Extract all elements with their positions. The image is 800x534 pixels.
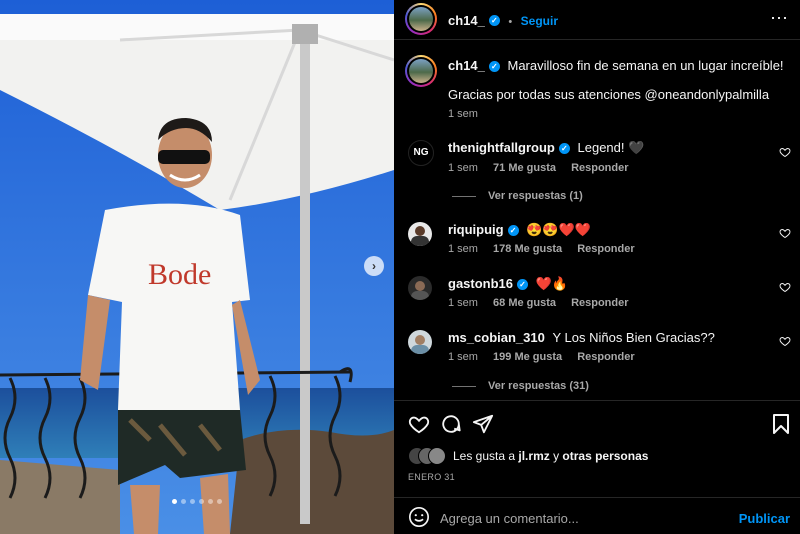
comment-username[interactable]: ms_cobian_310 <box>448 330 545 345</box>
likes-user[interactable]: jl.rmz <box>518 449 549 463</box>
comment-avatar[interactable] <box>408 276 432 300</box>
verified-icon: ✓ <box>488 61 500 73</box>
post-side-panel: ch14_ ✓ • Seguir ⋯ ch14_ ✓ Maravilloso fin… <box>394 0 800 534</box>
reply-button[interactable]: Responder <box>571 162 628 174</box>
comment-time: 1 sem <box>448 351 478 363</box>
comment-text: Y Los Niños Bien Gracias?? <box>552 330 715 345</box>
carousel-dot <box>172 499 177 504</box>
divider <box>394 400 800 401</box>
reply-button[interactable]: Responder <box>577 351 634 363</box>
publish-button[interactable]: Publicar <box>739 511 790 526</box>
caption-time: 1 sem <box>448 108 478 120</box>
verified-icon: ✓ <box>517 279 529 291</box>
comment-time: 1 sem <box>448 162 478 174</box>
comment-username[interactable]: thenightfallgroup <box>448 140 555 155</box>
comment-time: 1 sem <box>448 297 478 309</box>
save-icon[interactable] <box>771 413 791 435</box>
comment-input[interactable]: Agrega un comentario... <box>440 511 579 526</box>
carousel-dot <box>199 499 204 504</box>
more-options-icon[interactable]: ⋯ <box>770 8 788 29</box>
carousel-dot <box>190 499 195 504</box>
post-photo[interactable]: Bode › <box>0 0 394 534</box>
comment-avatar[interactable] <box>408 222 432 246</box>
separator-dot: • <box>508 16 513 28</box>
thenightfallgroup-logo: NG <box>413 147 429 158</box>
comment-likes[interactable]: 178 Me gusta <box>493 243 562 255</box>
next-slide-button[interactable]: › <box>364 256 384 276</box>
caption-line-1: Maravilloso fin de semana en un lugar in… <box>507 58 784 73</box>
shirt-text: Bode <box>148 258 212 291</box>
comment-avatar[interactable] <box>408 330 432 354</box>
comment-text-row: ms_cobian_310 Y Los Niños Bien Gracias?? <box>448 330 715 345</box>
carousel-dot <box>217 499 222 504</box>
comment-likes[interactable]: 71 Me gusta <box>493 162 556 174</box>
emoji-icon[interactable] <box>408 506 430 528</box>
caption-avatar[interactable] <box>405 55 437 87</box>
liker-avatars[interactable] <box>408 447 448 465</box>
comment-like-icon[interactable] <box>779 146 791 158</box>
comment-text-row: riquipuig ✓ 😍😍❤️❤️ <box>448 222 591 238</box>
post-header: ch14_ ✓ • Seguir ⋯ <box>394 0 800 40</box>
chevron-right-icon: › <box>372 259 376 273</box>
carousel-dots <box>172 499 222 504</box>
comment-username[interactable]: gastonb16 <box>448 276 513 291</box>
comment-icon[interactable] <box>440 413 462 435</box>
comment-like-icon[interactable] <box>779 227 791 239</box>
carousel-dot <box>208 499 213 504</box>
comment-like-icon[interactable] <box>779 335 791 347</box>
caption-line-2: Gracias por todas sus atenciones @oneand… <box>448 87 770 102</box>
comment-text: 😍😍❤️❤️ <box>526 222 591 237</box>
reply-button[interactable]: Responder <box>571 297 628 309</box>
like-icon[interactable] <box>408 413 430 435</box>
verified-icon: ✓ <box>558 143 570 155</box>
comment-text-row: gastonb16 ✓ ❤️🔥 <box>448 276 568 292</box>
follow-button[interactable]: Seguir <box>521 14 558 28</box>
view-replies-button[interactable]: Ver respuestas (1) <box>452 190 583 202</box>
likes-summary: Les gusta a jl.rmz y otras personas <box>453 449 649 463</box>
comment-likes[interactable]: 68 Me gusta <box>493 297 556 309</box>
comment-text: Legend! 🖤 <box>577 140 645 155</box>
reply-button[interactable]: Responder <box>577 243 634 255</box>
author-avatar[interactable] <box>405 3 437 35</box>
view-replies-button[interactable]: Ver respuestas (31) <box>452 380 589 392</box>
verified-icon: ✓ <box>507 225 519 237</box>
verified-icon: ✓ <box>488 15 500 27</box>
post-date[interactable]: ENERO 31 <box>408 472 455 482</box>
divider <box>394 497 800 498</box>
carousel-dot <box>181 499 186 504</box>
caption-username[interactable]: ch14_ <box>448 58 485 73</box>
comment-text: ❤️🔥 <box>535 276 569 291</box>
comment-avatar[interactable]: NG <box>408 140 434 166</box>
share-icon[interactable] <box>472 413 494 435</box>
likes-others[interactable]: otras personas <box>562 449 648 463</box>
author-username[interactable]: ch14_ <box>448 13 485 28</box>
comment-likes[interactable]: 199 Me gusta <box>493 351 562 363</box>
comment-like-icon[interactable] <box>779 281 791 293</box>
comment-text-row: thenightfallgroup ✓ Legend! 🖤 <box>448 140 644 156</box>
comment-username[interactable]: riquipuig <box>448 222 504 237</box>
comment-time: 1 sem <box>448 243 478 255</box>
